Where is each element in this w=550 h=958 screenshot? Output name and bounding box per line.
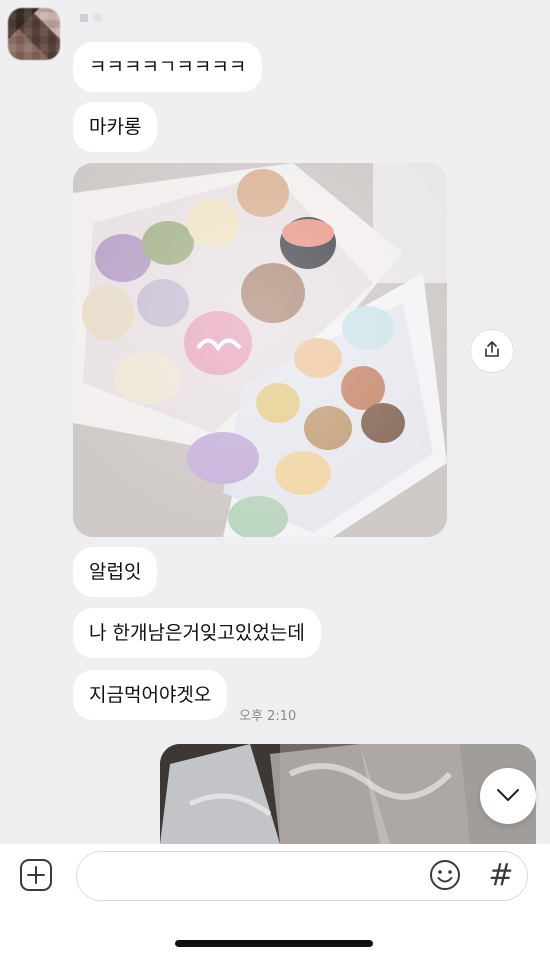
sender-name-redacted xyxy=(80,14,102,22)
message-bubble[interactable]: 지금먹어야겟오 xyxy=(73,670,228,720)
message-timestamp: 오후 2:10 xyxy=(239,709,297,724)
message-text: ㅋㅋㅋㅋㄱㅋㅋㅋㅋ xyxy=(89,56,247,78)
share-icon xyxy=(482,339,502,363)
message-text: 알럽잇 xyxy=(89,561,142,583)
share-photo-button[interactable] xyxy=(470,329,514,373)
message-text: 마카롱 xyxy=(89,116,142,138)
emoji-button[interactable] xyxy=(428,860,462,894)
message-bubble[interactable]: 알럽잇 xyxy=(73,547,158,597)
chevron-down-icon xyxy=(496,787,520,806)
message-bubble[interactable]: 마카롱 xyxy=(73,102,158,152)
home-indicator[interactable] xyxy=(175,940,373,947)
hashtag-button[interactable]: # xyxy=(485,858,517,894)
smiley-icon xyxy=(429,859,461,895)
message-text: 나 한개남은거잊고있었는데 xyxy=(89,622,305,644)
sender-avatar[interactable] xyxy=(8,8,60,60)
message-bubble[interactable]: ㅋㅋㅋㅋㄱㅋㅋㅋㅋ xyxy=(73,42,263,92)
message-bubble[interactable]: 나 한개남은거잊고있었는데 xyxy=(73,608,321,658)
shared-photo-macarons[interactable] xyxy=(73,163,447,537)
plus-square-icon xyxy=(19,858,53,896)
message-text: 지금먹어야겟오 xyxy=(89,684,212,706)
macaron-box-image xyxy=(73,163,447,537)
scroll-to-bottom-button[interactable] xyxy=(480,768,536,824)
add-attachment-button[interactable] xyxy=(19,858,53,896)
